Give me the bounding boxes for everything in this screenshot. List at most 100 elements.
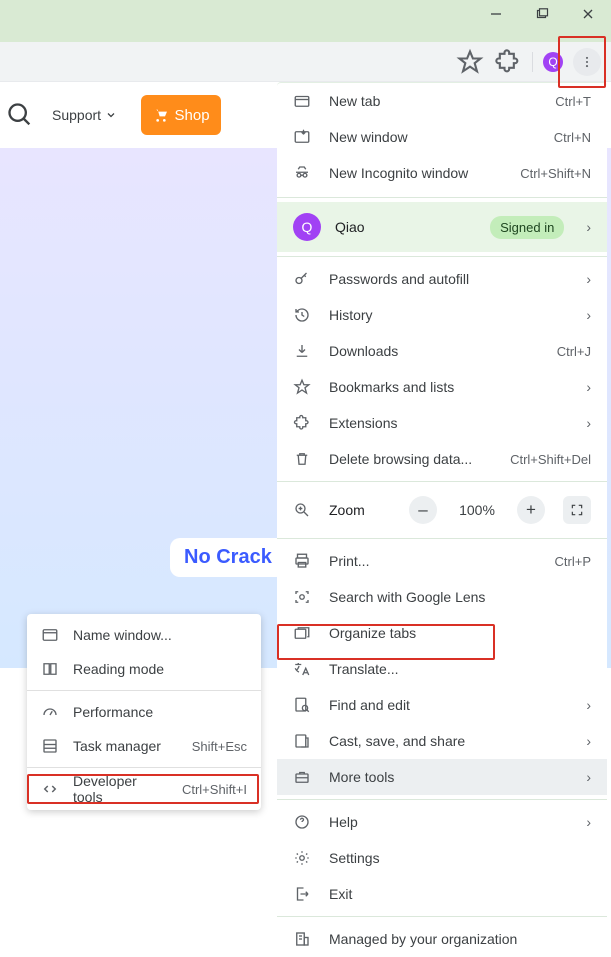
toolbox-icon: [293, 768, 311, 786]
menu-shortcut: Shift+Esc: [192, 739, 247, 754]
menu-label: More tools: [329, 769, 568, 785]
menu-label: Find and edit: [329, 697, 568, 713]
menu-label: History: [329, 307, 568, 323]
bookmark-star-icon[interactable]: [456, 48, 484, 76]
menu-exit[interactable]: Exit: [277, 876, 607, 912]
key-icon: [293, 270, 311, 288]
menu-settings[interactable]: Settings: [277, 840, 607, 876]
menu-passwords[interactable]: Passwords and autofill ›: [277, 261, 607, 297]
download-icon: [293, 342, 311, 360]
profile-name: Qiao: [335, 219, 476, 235]
building-icon: [293, 930, 311, 948]
menu-label: New Incognito window: [329, 165, 502, 181]
chevron-right-icon: ›: [586, 271, 591, 287]
submenu-task-manager[interactable]: Task manager Shift+Esc: [27, 729, 261, 763]
chevron-right-icon: ›: [586, 415, 591, 431]
menu-label: Reading mode: [73, 661, 247, 677]
chevron-right-icon: ›: [586, 814, 591, 830]
menu-history[interactable]: History ›: [277, 297, 607, 333]
window-icon: [41, 626, 59, 644]
maximize-button[interactable]: [519, 0, 565, 28]
menu-label: Settings: [329, 850, 591, 866]
speedometer-icon: [41, 703, 59, 721]
menu-zoom-row: Zoom – 100% +: [277, 486, 607, 534]
menu-shortcut: Ctrl+N: [554, 130, 591, 145]
book-icon: [41, 660, 59, 678]
menu-label: Extensions: [329, 415, 568, 431]
profile-avatar[interactable]: Q: [543, 52, 563, 72]
menu-label: Print...: [329, 553, 537, 569]
fullscreen-button[interactable]: [563, 496, 591, 524]
minimize-button[interactable]: [473, 0, 519, 28]
submenu-name-window[interactable]: Name window...: [27, 618, 261, 652]
menu-separator: [277, 538, 607, 539]
menu-extensions[interactable]: Extensions ›: [277, 405, 607, 441]
gear-icon: [293, 849, 311, 867]
menu-google-lens[interactable]: Search with Google Lens: [277, 579, 607, 615]
menu-label: Name window...: [73, 627, 247, 643]
support-label: Support: [52, 107, 101, 123]
menu-separator: [27, 767, 261, 768]
zoom-value: 100%: [455, 502, 499, 518]
menu-organize-tabs[interactable]: Organize tabs: [277, 615, 607, 651]
incognito-icon: [293, 164, 311, 182]
cast-icon: [293, 732, 311, 750]
translate-icon: [293, 660, 311, 678]
menu-translate[interactable]: Translate...: [277, 651, 607, 687]
shop-button[interactable]: Shop: [141, 95, 221, 135]
menu-shortcut: Ctrl+Shift+N: [520, 166, 591, 181]
menu-new-tab[interactable]: New tab Ctrl+T: [277, 83, 607, 119]
menu-shortcut: Ctrl+Shift+I: [182, 782, 247, 797]
new-window-icon: [293, 128, 311, 146]
toolbar-separator: [532, 52, 533, 72]
submenu-developer-tools[interactable]: Developer tools Ctrl+Shift+I: [27, 772, 261, 806]
menu-cast[interactable]: Cast, save, and share ›: [277, 723, 607, 759]
extensions-puzzle-icon[interactable]: [494, 48, 522, 76]
menu-incognito[interactable]: New Incognito window Ctrl+Shift+N: [277, 155, 607, 191]
menu-help[interactable]: Help ›: [277, 804, 607, 840]
chrome-main-menu: New tab Ctrl+T New window Ctrl+N New Inc…: [277, 82, 607, 957]
main-menu-button[interactable]: [573, 48, 601, 76]
zoom-out-button[interactable]: –: [409, 496, 437, 524]
menu-separator: [277, 197, 607, 198]
menu-label: Exit: [329, 886, 591, 902]
menu-label: New window: [329, 129, 536, 145]
puzzle-icon: [293, 414, 311, 432]
menu-delete-data[interactable]: Delete browsing data... Ctrl+Shift+Del: [277, 441, 607, 477]
menu-bookmarks[interactable]: Bookmarks and lists ›: [277, 369, 607, 405]
print-icon: [293, 552, 311, 570]
site-search-icon[interactable]: [6, 101, 34, 129]
menu-new-window[interactable]: New window Ctrl+N: [277, 119, 607, 155]
code-icon: [41, 780, 59, 798]
menu-more-tools[interactable]: More tools ›: [277, 759, 607, 795]
menu-managed[interactable]: Managed by your organization: [277, 921, 607, 957]
signed-in-badge: Signed in: [490, 216, 564, 239]
chevron-right-icon: ›: [586, 307, 591, 323]
chevron-right-icon: ›: [586, 379, 591, 395]
menu-separator: [277, 916, 607, 917]
new-tab-icon: [293, 92, 311, 110]
menu-find[interactable]: Find and edit ›: [277, 687, 607, 723]
chevron-right-icon: ›: [586, 733, 591, 749]
menu-downloads[interactable]: Downloads Ctrl+J: [277, 333, 607, 369]
menu-separator: [277, 256, 607, 257]
zoom-in-button[interactable]: +: [517, 496, 545, 524]
tab-strip: [0, 28, 611, 42]
menu-label: Cast, save, and share: [329, 733, 568, 749]
menu-label: Bookmarks and lists: [329, 379, 568, 395]
more-tools-submenu: Name window... Reading mode Performance …: [27, 614, 261, 810]
submenu-performance[interactable]: Performance: [27, 695, 261, 729]
browser-toolbar: Q: [0, 42, 611, 82]
menu-label: Performance: [73, 704, 247, 720]
close-button[interactable]: [565, 0, 611, 28]
window-titlebar: [0, 0, 611, 28]
support-link[interactable]: Support: [52, 107, 117, 123]
help-icon: [293, 813, 311, 831]
lens-icon: [293, 588, 311, 606]
chevron-right-icon: ›: [586, 219, 591, 235]
menu-print[interactable]: Print... Ctrl+P: [277, 543, 607, 579]
menu-label: Task manager: [73, 738, 178, 754]
menu-profile-row[interactable]: Q Qiao Signed in ›: [277, 202, 607, 252]
menu-label: Zoom: [329, 502, 391, 518]
submenu-reading-mode[interactable]: Reading mode: [27, 652, 261, 686]
